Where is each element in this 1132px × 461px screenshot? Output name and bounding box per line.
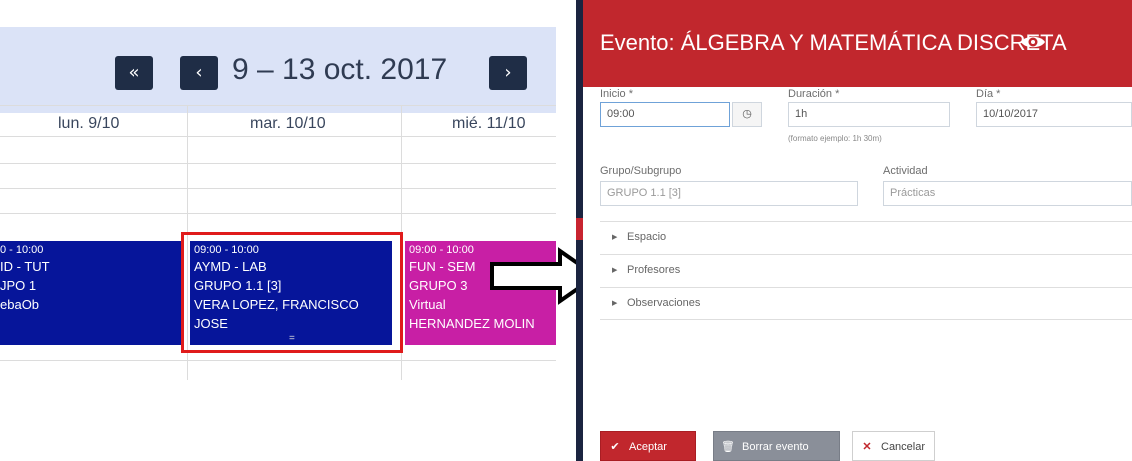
accept-button[interactable]: ✔ Aceptar	[600, 431, 696, 461]
delete-event-button[interactable]: 🗑 Borrar evento	[713, 431, 840, 461]
calendar-title: 9 – 13 oct. 2017	[232, 53, 448, 86]
duracion-input[interactable]: 1h	[788, 102, 950, 127]
delete-label: Borrar evento	[742, 441, 809, 453]
clock-icon[interactable]: ◷	[732, 102, 762, 127]
prev-fast-button[interactable]: «	[115, 56, 153, 90]
event-line: ebaOb	[0, 297, 40, 312]
actividad-label: Actividad	[883, 165, 928, 177]
event-line: HERNANDEZ MOLIN	[409, 316, 535, 331]
accept-label: Aceptar	[629, 441, 667, 453]
duracion-help: (formato ejemplo: 1h 30m)	[788, 134, 882, 143]
caret-right-icon: ▶	[612, 267, 618, 274]
section-observaciones[interactable]: ▶ Observaciones	[600, 287, 1132, 320]
grid-line	[0, 213, 556, 214]
day-header-wed: mié. 11/10	[452, 115, 526, 132]
event-time: 0 - 10:00	[0, 244, 44, 256]
event-block-mon[interactable]: 0 - 10:00 ID - TUT JPO 1 ebaOb	[0, 241, 182, 345]
next-week-button[interactable]: ›	[489, 56, 527, 90]
grupo-field: GRUPO 1.1 [3]	[600, 181, 858, 206]
grid-line	[0, 163, 556, 164]
modal-backdrop-edge-accent	[576, 218, 583, 240]
event-line: JPO 1	[0, 278, 37, 293]
close-icon: ✕	[862, 441, 872, 453]
cancel-button[interactable]: ✕ Cancelar	[852, 431, 935, 461]
section-label: Profesores	[627, 264, 681, 276]
duracion-label: Duración *	[788, 88, 840, 100]
caret-right-icon: ▶	[612, 234, 618, 241]
event-modal: Evento: ÁLGEBRA Y MATEMÁTICA DISCRETA In…	[583, 0, 1132, 461]
section-profesores[interactable]: ▶ Profesores	[600, 254, 1132, 287]
inicio-input[interactable]: 09:00	[600, 102, 730, 127]
cancel-label: Cancelar	[881, 441, 926, 453]
weekly-calendar: « ‹ 9 – 13 oct. 2017 › lun. 9/10 mar. 10…	[0, 0, 556, 461]
section-label: Observaciones	[627, 297, 701, 309]
grid-line	[0, 105, 556, 106]
grid-line	[0, 136, 556, 137]
section-label: Espacio	[627, 231, 667, 243]
inicio-label: Inicio *	[600, 88, 634, 100]
grid-line	[0, 188, 556, 189]
modal-title: Evento: ÁLGEBRA Y MATEMÁTICA DISCRETA	[600, 30, 1067, 55]
caret-right-icon: ▶	[612, 300, 618, 307]
day-header-tue: mar. 10/10	[250, 115, 326, 132]
dia-input[interactable]: 10/10/2017	[976, 102, 1132, 127]
actividad-field: Prácticas	[883, 181, 1132, 206]
dia-label: Día *	[976, 88, 1001, 100]
selection-highlight-box	[181, 232, 403, 353]
check-icon: ✔	[610, 441, 620, 453]
screenshot-canvas: « ‹ 9 – 13 oct. 2017 › lun. 9/10 mar. 10…	[0, 0, 1132, 461]
modal-header: Evento: ÁLGEBRA Y MATEMÁTICA DISCRETA	[583, 0, 1132, 87]
day-header-mon: lun. 9/10	[58, 115, 120, 132]
event-line: ID - TUT	[0, 259, 50, 274]
trash-icon: 🗑	[721, 441, 735, 453]
prev-week-button[interactable]: ‹	[180, 56, 218, 90]
grid-line	[0, 360, 556, 361]
grupo-label: Grupo/Subgrupo	[600, 165, 682, 177]
section-espacio[interactable]: ▶ Espacio	[600, 221, 1132, 254]
eye-icon[interactable]	[1020, 33, 1046, 51]
